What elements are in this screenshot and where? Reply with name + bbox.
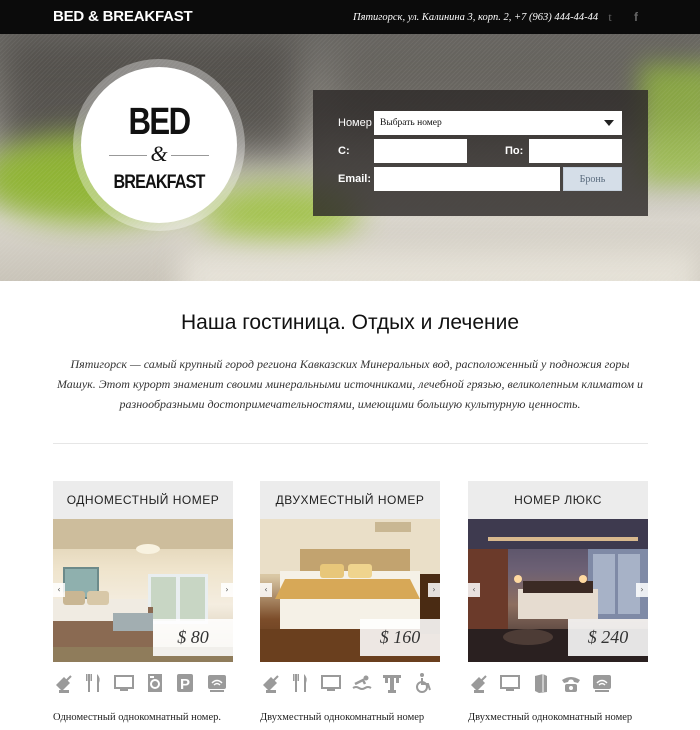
satellite-icon bbox=[53, 672, 75, 694]
wifi-icon bbox=[591, 672, 613, 694]
tv-icon bbox=[113, 672, 135, 694]
room-photo[interactable]: ‹ › $ 80 bbox=[53, 519, 233, 662]
room-description: Двухместный однокомнатный номер bbox=[260, 712, 425, 723]
gym-icon bbox=[381, 672, 403, 694]
restaurant-icon bbox=[83, 672, 105, 694]
amenities-list bbox=[468, 670, 648, 700]
tv-icon bbox=[499, 672, 521, 694]
room-photo[interactable]: ‹ › $ 240 bbox=[468, 519, 648, 662]
svg-text:P: P bbox=[180, 676, 190, 693]
date-to-input[interactable] bbox=[529, 139, 622, 163]
room-price: $ 80 bbox=[153, 619, 233, 656]
amenities-list bbox=[260, 670, 440, 700]
from-label: С: bbox=[338, 145, 350, 157]
room-select-value: Выбрать номер bbox=[380, 118, 442, 128]
washer-icon bbox=[144, 672, 166, 694]
restaurant-icon bbox=[290, 672, 312, 694]
slider-next-button[interactable]: › bbox=[636, 583, 648, 597]
fridge-icon bbox=[530, 672, 552, 694]
facebook-icon[interactable]: f bbox=[630, 11, 642, 23]
room-card-double[interactable]: ДВУХМЕСТНЫЙ НОМЕР ‹ › $ 160 Двухместный … bbox=[260, 481, 440, 723]
room-card-lux[interactable]: НОМЕР ЛЮКС ‹ › $ 240 Двухместный одноком… bbox=[468, 481, 648, 723]
slider-next-button[interactable]: › bbox=[428, 583, 440, 597]
logo-ampersand: & bbox=[150, 141, 168, 166]
amenities-list: P bbox=[53, 670, 233, 700]
wifi-icon bbox=[206, 672, 228, 694]
satellite-icon bbox=[468, 672, 490, 694]
room-title[interactable]: ОДНОМЕСТНЫЙ НОМЕР bbox=[53, 481, 233, 519]
satellite-icon bbox=[260, 672, 282, 694]
to-label: По: bbox=[505, 145, 524, 157]
about-text: Пятигорск — самый крупный город региона … bbox=[56, 357, 644, 411]
pool-icon bbox=[351, 672, 373, 694]
section-title: Наша гостиница. Отдых и лечение bbox=[181, 311, 519, 334]
brand-logo-text[interactable]: BED & BREAKFAST bbox=[53, 8, 193, 25]
section-divider bbox=[53, 443, 648, 444]
top-bar: BED & BREAKFAST Пятигорск, ул. Калинина … bbox=[0, 0, 700, 34]
twitter-icon[interactable]: t bbox=[604, 11, 616, 23]
hero-logo: BED & BREAKFAST bbox=[73, 59, 245, 231]
parking-icon: P bbox=[174, 672, 196, 694]
room-label: Номер bbox=[338, 117, 372, 129]
logo-divider bbox=[171, 155, 209, 156]
room-price: $ 240 bbox=[568, 619, 648, 656]
book-button[interactable]: Бронь bbox=[563, 167, 622, 191]
room-select[interactable]: Выбрать номер bbox=[374, 111, 622, 135]
contact-info: Пятигорск, ул. Калинина 3, корп. 2, +7 (… bbox=[353, 12, 599, 23]
phone-icon bbox=[560, 672, 582, 694]
slider-prev-button[interactable]: ‹ bbox=[260, 583, 272, 597]
room-photo[interactable]: ‹ › $ 160 bbox=[260, 519, 440, 662]
accessible-icon bbox=[413, 672, 435, 694]
logo-breakfast-text: BREAKFAST bbox=[113, 172, 205, 193]
slider-prev-button[interactable]: ‹ bbox=[468, 583, 480, 597]
room-title[interactable]: ДВУХМЕСТНЫЙ НОМЕР bbox=[260, 481, 440, 519]
email-label: Email: bbox=[338, 173, 372, 185]
room-description: Одноместный однокомнатный номер. bbox=[53, 712, 221, 723]
room-title[interactable]: НОМЕР ЛЮКС bbox=[468, 481, 648, 519]
room-price: $ 160 bbox=[360, 619, 440, 656]
room-card-single[interactable]: ОДНОМЕСТНЫЙ НОМЕР ‹ › $ 80 P Одноместный… bbox=[53, 481, 233, 723]
email-input[interactable] bbox=[374, 167, 560, 191]
date-from-input[interactable] bbox=[374, 139, 467, 163]
logo-bed-text: BED bbox=[128, 101, 192, 143]
tv-icon bbox=[320, 672, 342, 694]
slider-next-button[interactable]: › bbox=[221, 583, 233, 597]
slider-prev-button[interactable]: ‹ bbox=[53, 583, 65, 597]
chevron-down-icon bbox=[604, 120, 614, 126]
room-description: Двухместный однокомнатный номер bbox=[468, 712, 633, 723]
